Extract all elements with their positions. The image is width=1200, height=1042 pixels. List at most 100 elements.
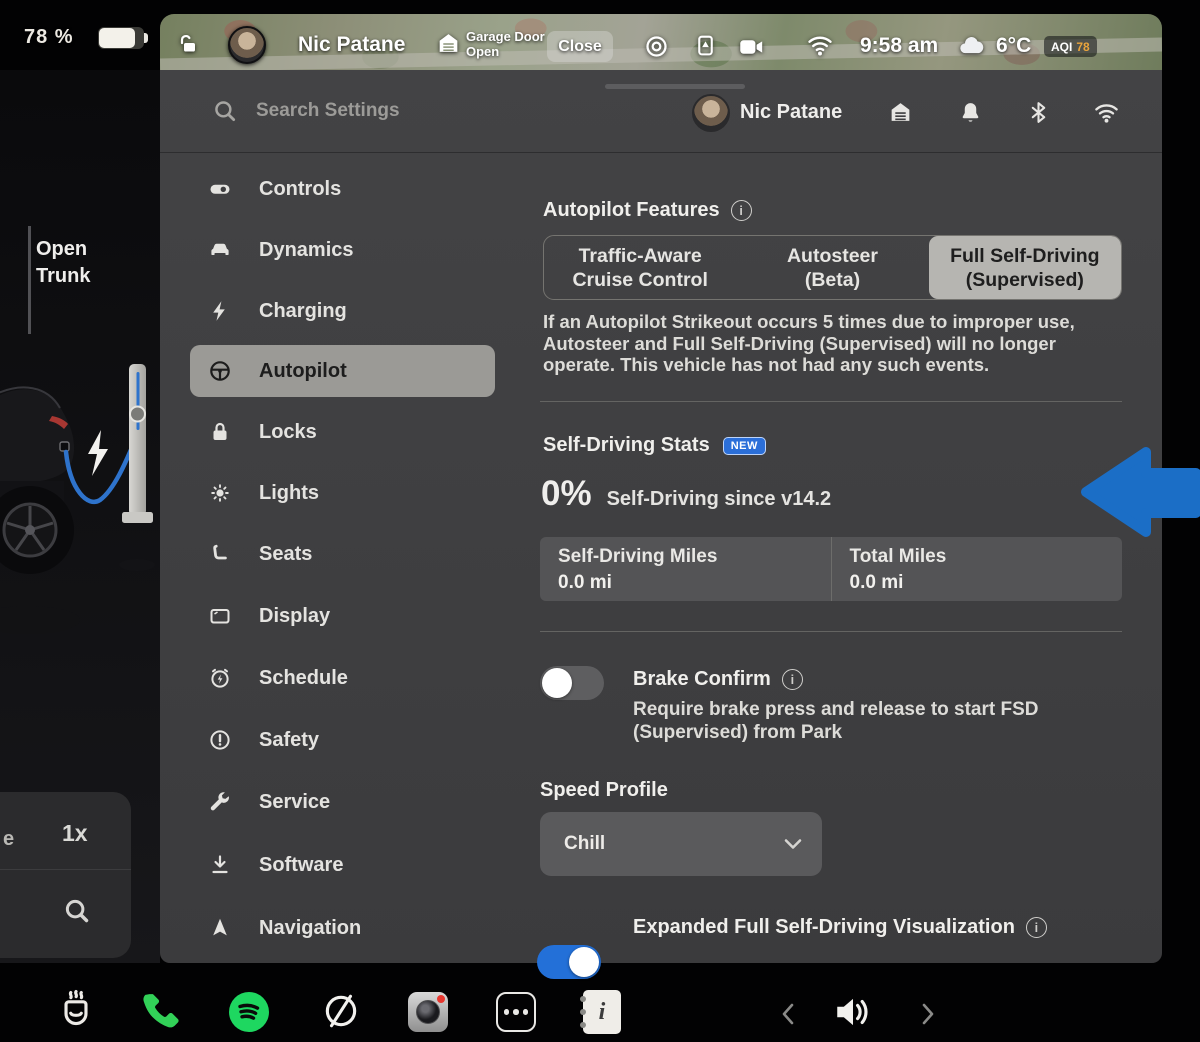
self-driving-percent-row: 0% Self-Driving since v14.2	[541, 474, 831, 514]
driver-avatar[interactable]	[228, 26, 266, 64]
self-driving-miles-cell: Self-Driving Miles 0.0 mi	[558, 546, 718, 593]
battery-percent: 78 %	[24, 26, 74, 48]
sidebar-item-locks[interactable]: Locks	[190, 406, 495, 458]
temperature[interactable]: 6°C	[996, 34, 1031, 58]
section-divider-1	[540, 401, 1122, 402]
hot-drink-icon[interactable]	[55, 988, 97, 1036]
left-divider-line	[28, 226, 31, 334]
media-search-icon[interactable]	[62, 896, 92, 926]
sidebar-item-autopilot[interactable]: Autopilot	[190, 345, 495, 397]
speed-profile-value: Chill	[564, 833, 606, 854]
bell-icon[interactable]	[958, 100, 983, 125]
unlocked-icon[interactable]	[176, 32, 200, 56]
charging-car-illustration	[0, 364, 155, 634]
open-trunk-line2: Trunk	[36, 265, 91, 287]
spotify-icon[interactable]	[227, 990, 271, 1034]
vehicle-visualization-area: Open Trunk e 1x	[0, 70, 160, 963]
self-driving-percent: 0%	[541, 474, 592, 513]
aqi-label: AQI	[1051, 39, 1073, 54]
battery-icon	[98, 27, 148, 49]
self-driving-caption: Self-Driving since v14.2	[606, 488, 832, 510]
profile-name[interactable]: Nic Patane	[740, 101, 842, 124]
tab-autosteer-beta[interactable]: Autosteer (Beta)	[736, 236, 928, 299]
owners-manual-icon[interactable]: i	[580, 990, 621, 1034]
toggle-icon	[210, 184, 230, 194]
download-icon	[212, 855, 228, 874]
miles-stats-card: Self-Driving Miles 0.0 mi Total Miles 0.…	[540, 537, 1122, 601]
garage-door-status[interactable]: Garage Door Open	[466, 29, 545, 59]
wrench-icon	[210, 792, 229, 811]
light-icon	[211, 484, 229, 502]
navigation-icon	[213, 918, 227, 936]
phone-icon[interactable]	[138, 988, 184, 1034]
chevron-down-icon	[784, 839, 802, 849]
tab-full-self-driving-supervised[interactable]: Full Self-Driving (Supervised)	[928, 236, 1121, 299]
speed-profile-dropdown[interactable]: Chill	[540, 812, 822, 876]
sidebar-item-schedule[interactable]: Schedule	[190, 652, 495, 704]
garage-icon[interactable]	[888, 100, 913, 125]
sidebar-item-seats[interactable]: Seats	[190, 528, 495, 580]
sidebar-item-display[interactable]: Display	[190, 590, 495, 642]
schedule-icon	[211, 668, 229, 688]
bluetooth-icon[interactable]	[1026, 100, 1051, 125]
self-driving-stats-title: Self-Driving Stats	[543, 434, 710, 456]
aqi-value: 78	[1076, 39, 1090, 54]
sidebar-item-software[interactable]: Software	[190, 839, 495, 891]
chevron-left-icon[interactable]	[780, 1003, 796, 1025]
autopilot-features-title: Autopilot Features	[543, 199, 720, 221]
tab-traffic-aware-cruise-control[interactable]: Traffic-Aware Cruise Control	[544, 236, 736, 299]
self-driving-stats-header: Self-Driving Stats NEW	[543, 434, 766, 457]
garage-door-line2: Open	[466, 43, 500, 59]
more-apps-icon[interactable]	[496, 992, 536, 1032]
profile-avatar[interactable]	[692, 94, 730, 132]
brake-confirm-toggle[interactable]	[540, 666, 604, 700]
brake-confirm-description: Require brake press and release to start…	[633, 699, 1039, 743]
search-settings-input[interactable]: Search Settings	[256, 100, 400, 122]
sidebar-item-navigation[interactable]: Navigation	[190, 902, 495, 954]
tesla-screen: 78 % Nic Patane Garage Door Open Close 9	[0, 0, 1200, 1042]
browser-icon[interactable]	[320, 990, 362, 1032]
sidebar-item-service[interactable]: Service	[190, 776, 495, 828]
autopilot-feature-tabs: Traffic-Aware Cruise Control Autosteer (…	[543, 235, 1122, 300]
lock-icon	[213, 422, 227, 440]
summon-icon[interactable]	[693, 33, 718, 58]
expanded-visualization-toggle[interactable]	[537, 945, 601, 979]
aqi-badge: AQI 78	[1044, 36, 1097, 57]
sidebar-item-dynamics[interactable]: Dynamics	[190, 224, 495, 276]
close-button[interactable]: Close	[547, 31, 613, 62]
steering-wheel-icon	[210, 361, 230, 381]
display-icon	[210, 609, 230, 624]
driver-name[interactable]: Nic Patane	[298, 33, 405, 57]
car-icon	[211, 243, 229, 255]
brake-confirm-label: Brake Confirm	[633, 668, 771, 690]
header-divider	[160, 152, 1162, 153]
chevron-right-icon[interactable]	[920, 1003, 936, 1025]
brake-confirm-header: Brake Confirm i	[633, 668, 803, 691]
topbar-wifi-icon[interactable]	[806, 33, 834, 57]
search-icon[interactable]	[212, 98, 238, 124]
brake-confirm-info-icon[interactable]: i	[781, 669, 803, 690]
open-trunk-line1: Open	[36, 238, 88, 260]
sidebar-item-controls[interactable]: Controls	[190, 163, 495, 215]
playback-speed-button[interactable]: 1x	[62, 820, 88, 847]
record-icon[interactable]	[643, 33, 670, 60]
section-divider-2	[540, 631, 1122, 632]
strikeout-warning-text: If an Autopilot Strikeout occurs 5 times…	[543, 311, 1075, 375]
dashcam-icon[interactable]	[738, 35, 765, 59]
clipped-media-text: e	[3, 828, 15, 850]
sidebar-item-lights[interactable]: Lights	[190, 467, 495, 519]
annotation-arrow	[1081, 447, 1200, 537]
speed-profile-label: Speed Profile	[540, 779, 668, 801]
safety-icon	[210, 730, 230, 750]
bolt-icon	[213, 301, 225, 321]
drag-handle[interactable]	[605, 84, 745, 89]
expanded-visualization-info-icon[interactable]: i	[1025, 917, 1047, 938]
sidebar-item-safety[interactable]: Safety	[190, 714, 495, 766]
sidebar-item-charging[interactable]: Charging	[190, 285, 495, 337]
volume-icon[interactable]	[832, 992, 874, 1032]
open-trunk-button[interactable]: Open Trunk	[36, 236, 90, 290]
header-wifi-icon[interactable]	[1093, 101, 1120, 124]
features-info-icon[interactable]: i	[730, 200, 752, 221]
new-badge: NEW	[722, 436, 766, 455]
camera-icon[interactable]	[408, 992, 448, 1032]
